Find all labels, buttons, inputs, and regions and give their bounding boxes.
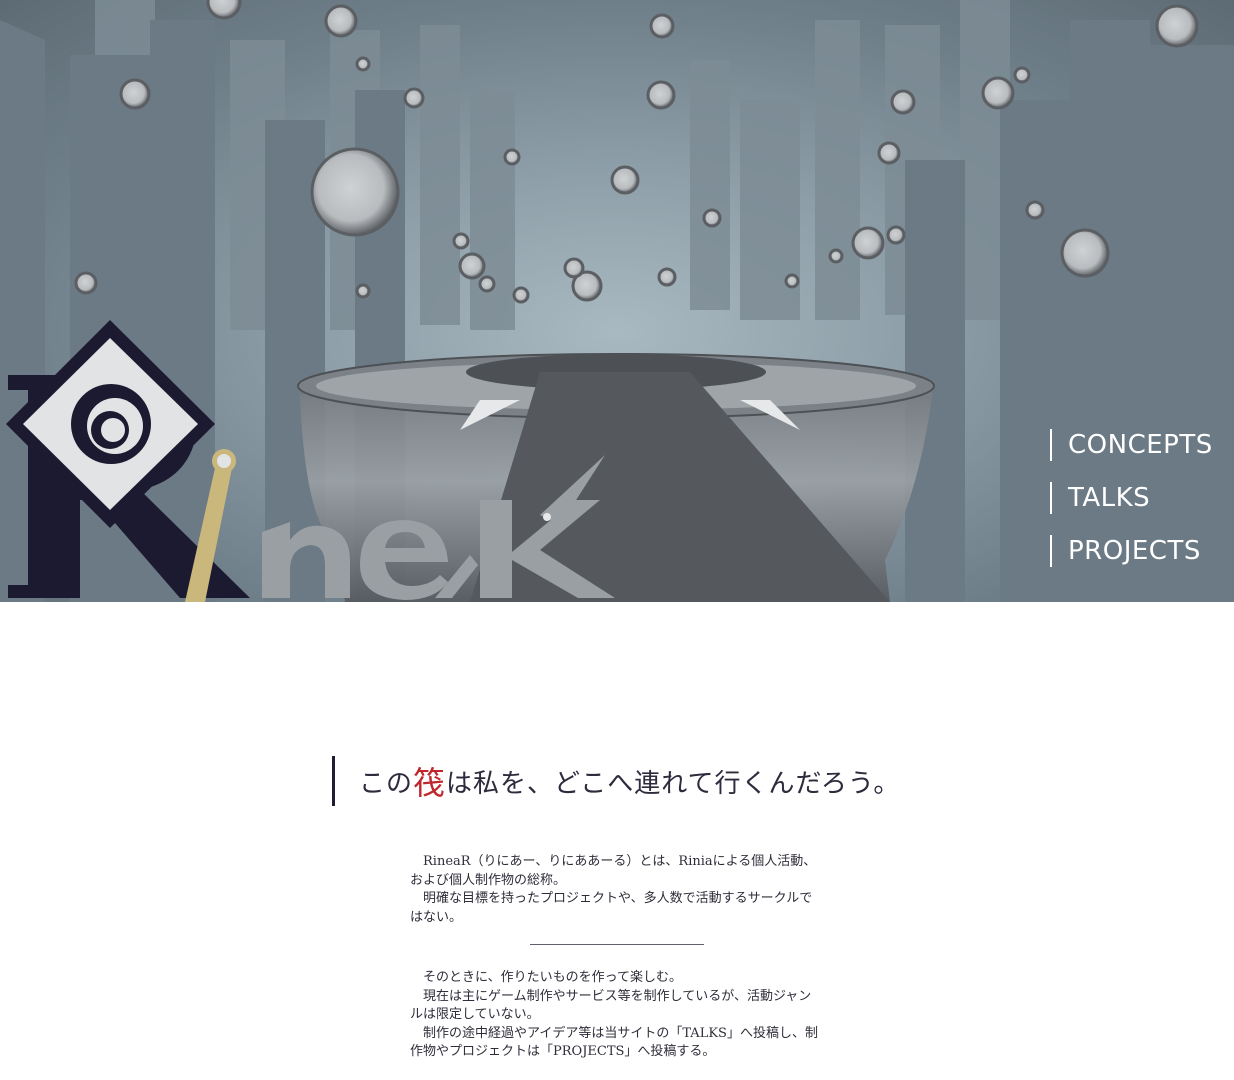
headline-accent: 筏: [413, 764, 447, 802]
intro-line: 明確な目標を持ったプロジェクトや、多人数で活動するサークルではない。: [410, 891, 813, 925]
nav-divider: [1050, 535, 1052, 567]
body-line: 制作の途中経過やアイデア等は当サイトの「TALKS」へ投稿し、制作物やプロジェク…: [410, 1025, 818, 1060]
body-line: 現在は主にゲーム制作やサービス等を制作しているが、活動ジャンルは限定していない。: [410, 988, 812, 1023]
intro-paragraph: RineaR（りにあー、りにああーる）とは、Riniaによる個人活動、および個人…: [410, 853, 824, 927]
nav-divider: [1050, 429, 1052, 461]
section-divider: [530, 944, 704, 945]
hero-banner: CONCEPTS TALKS PROJECTS: [0, 0, 1234, 602]
nav-item-concepts[interactable]: CONCEPTS: [1050, 428, 1213, 462]
nav-item-label: CONCEPTS: [1068, 430, 1213, 460]
headline-after: は私を、どこへ連れて行くんだろう。: [446, 768, 901, 799]
headline-before: この: [359, 768, 414, 799]
intro-line: RineaR（りにあー、りにああーる）とは、Riniaによる個人活動、および個人…: [410, 854, 817, 888]
nav-item-talks[interactable]: TALKS: [1050, 481, 1213, 515]
hero-illustration: [0, 0, 1234, 602]
page-headline: この筏は私を、どこへ連れて行くんだろう。: [332, 756, 900, 806]
body-line: そのときに、作りたいものを作って楽しむ。: [423, 970, 682, 985]
nav-item-label: TALKS: [1068, 483, 1151, 513]
city-buildings-back: [95, 0, 1010, 330]
nav-item-label: PROJECTS: [1068, 536, 1201, 566]
glass-bowl: [297, 353, 935, 602]
nav-divider: [1050, 482, 1052, 514]
nav-item-projects[interactable]: PROJECTS: [1050, 534, 1213, 568]
body-paragraph: そのときに、作りたいものを作って楽しむ。 現在は主にゲーム制作やサービス等を制作…: [410, 969, 824, 1062]
main-nav: CONCEPTS TALKS PROJECTS: [1050, 428, 1213, 568]
